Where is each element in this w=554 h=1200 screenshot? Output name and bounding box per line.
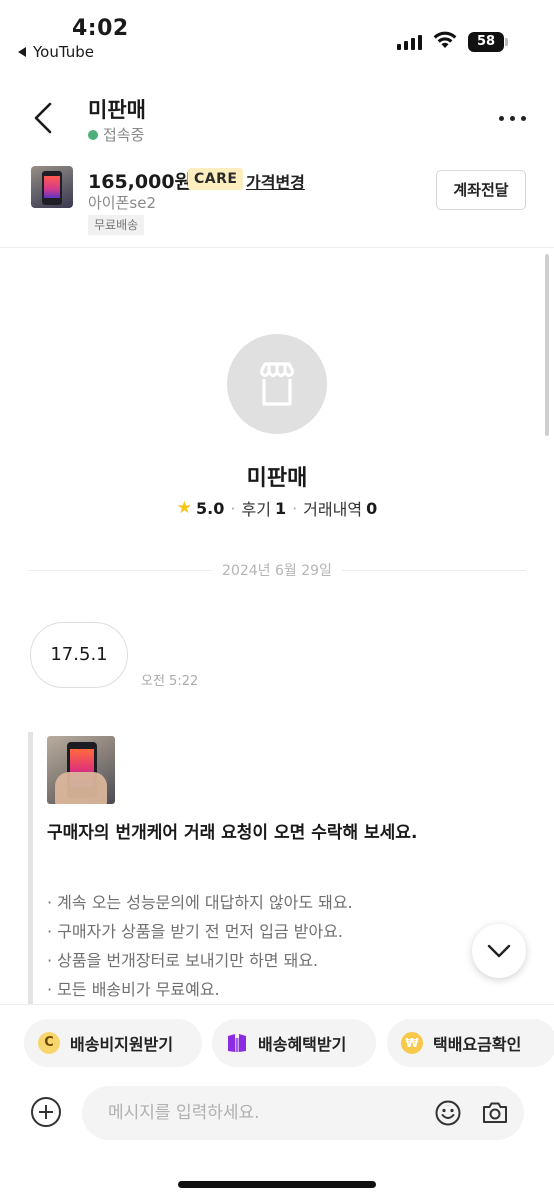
quick-actions-bar: C 배송비지원받기 배송혜택받기 ₩ 택배요금확인 <box>0 1004 554 1080</box>
emoji-button[interactable] <box>434 1099 462 1127</box>
message-input-bar <box>0 1080 554 1150</box>
star-icon: ★ <box>176 498 193 518</box>
seller-name: 미판매 <box>246 466 308 491</box>
status-bar: 4:02 YouTube 58 <box>0 0 554 72</box>
trade-label: 거래내역 <box>303 500 363 519</box>
battery-icon: 58 <box>468 32 508 52</box>
add-attachment-button[interactable] <box>30 1096 62 1128</box>
product-name: 아이폰se2 <box>88 194 156 212</box>
chevron-down-icon <box>487 944 511 958</box>
product-summary[interactable]: 165,000원 CARE 가격변경 아이폰se2 무료배송 계좌전달 <box>0 158 554 248</box>
back-app-label: YouTube <box>33 43 94 61</box>
date-label: 2024년 6월 29일 <box>212 563 342 579</box>
home-indicator[interactable] <box>178 1181 376 1188</box>
coin-c-icon: C <box>38 1032 60 1054</box>
camera-button[interactable] <box>481 1099 509 1127</box>
seller-avatar[interactable] <box>227 334 327 434</box>
shipping-benefit-button[interactable]: 배송혜택받기 <box>212 1019 376 1067</box>
box-icon <box>228 1034 246 1052</box>
list-item: · 구매자가 상품을 받기 전 먼저 입금 받아요. <box>47 922 344 941</box>
scrollbar[interactable] <box>545 254 549 436</box>
date-divider: 2024년 6월 29일 <box>28 560 526 580</box>
battery-level: 58 <box>468 32 504 52</box>
back-to-app-link[interactable]: YouTube <box>18 43 94 61</box>
free-shipping-tag: 무료배송 <box>88 215 145 235</box>
product-thumbnail[interactable] <box>31 166 73 208</box>
more-options-button[interactable] <box>492 106 532 130</box>
back-button[interactable] <box>28 98 64 138</box>
send-account-button[interactable]: 계좌전달 <box>436 170 526 210</box>
back-triangle-icon <box>18 47 26 57</box>
status-time: 4:02 <box>72 16 129 41</box>
care-card-title: 구매자의 번개케어 거래 요청이 오면 수락해 보세요. <box>47 823 418 843</box>
price-change-link[interactable]: 가격변경 <box>246 169 305 193</box>
scroll-to-bottom-button[interactable] <box>472 924 526 978</box>
list-item: · 상품을 번개장터로 보내기만 하면 돼요. <box>47 951 319 970</box>
chip-label: 배송비지원받기 <box>70 1035 174 1054</box>
seller-rating: 5.0 <box>196 498 225 518</box>
shipping-support-button[interactable]: C 배송비지원받기 <box>24 1019 202 1067</box>
care-info-card[interactable]: 구매자의 번개케어 거래 요청이 오면 수락해 보세요. · 계속 오는 성능문… <box>28 732 448 1004</box>
wifi-icon <box>433 31 457 48</box>
chip-label: 택배요금확인 <box>433 1035 522 1054</box>
card-product-image[interactable] <box>47 736 115 804</box>
online-status-label: 접속중 <box>103 126 145 144</box>
store-icon <box>259 362 295 406</box>
online-dot-icon <box>88 129 98 140</box>
page-title: 미판매 <box>88 98 146 122</box>
more-dot-icon <box>498 115 504 121</box>
product-price: 165,000원 <box>88 171 193 193</box>
review-count: 1 <box>274 498 287 518</box>
chip-label: 배송혜택받기 <box>258 1035 347 1054</box>
delivery-fee-check-button[interactable]: ₩ 택배요금확인 <box>387 1019 554 1067</box>
chat-header: 미판매 접속중 <box>0 80 554 156</box>
care-badge: CARE <box>188 168 244 190</box>
won-coin-icon: ₩ <box>401 1032 423 1054</box>
seller-stats[interactable]: ★ 5.0 · 후기 1 · 거래내역 0 <box>0 496 554 520</box>
message-bubble[interactable]: 17.5.1 <box>30 622 128 688</box>
review-label: 후기 <box>241 500 271 519</box>
cellular-signal-icon <box>397 34 422 50</box>
list-item: · 계속 오는 성능문의에 대답하지 않아도 돼요. <box>47 893 353 912</box>
care-benefit-list: · 계속 오는 성능문의에 대답하지 않아도 돼요. · 구매자가 상품을 받기… <box>47 888 447 1004</box>
trade-count: 0 <box>366 498 378 518</box>
list-item: · 모든 배송비가 무료예요. <box>47 980 220 999</box>
online-status: 접속중 <box>88 124 144 145</box>
message-time: 오전 5:22 <box>141 674 199 689</box>
